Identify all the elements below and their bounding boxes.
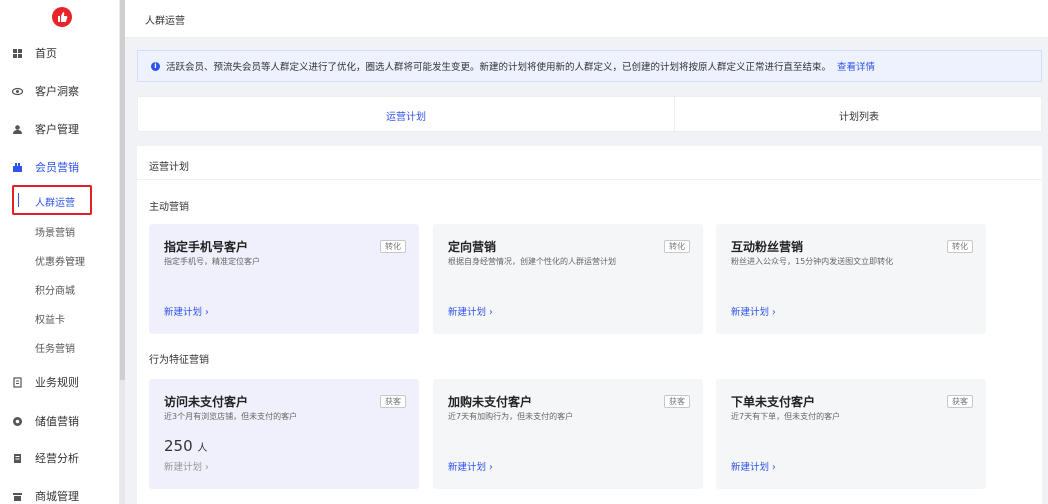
new-plan-link[interactable]: 新建计划 › [164,459,209,473]
panel-title: 运营计划 [149,162,189,173]
card-title: 加购未支付客户 [448,395,533,409]
thumbs-up-icon [58,12,68,22]
topbar: 人群运营 [125,0,1048,38]
sidebar-item-store[interactable]: 商城管理 [0,485,120,504]
sidebar-item-customer-insight[interactable]: 客户洞察 [0,80,120,102]
sidebar-subitem-label: 人群运营 [35,198,75,209]
card-order-unpaid[interactable]: 下单未支付客户 近7天有下单，但未支付的客户 获客 新建计划 › [716,379,986,489]
card-visit-unpaid[interactable]: 访问未支付客户 近3个月有浏览店铺，但未支付的客户 获客 250 人 新建计划 … [149,379,419,489]
new-plan-link[interactable]: 新建计划 › [448,459,493,473]
sidebar-subitem-task[interactable]: 任务营销 [0,337,120,357]
active-indicator [18,193,19,207]
sidebar-subitem-scene[interactable]: 场景营销 [0,221,120,241]
stored-value-icon [11,415,23,427]
sidebar-item-member-marketing[interactable]: 会员营销 [0,156,120,178]
sidebar-subitem-crowd-ops[interactable]: 人群运营 [12,185,92,215]
analysis-icon [11,452,23,464]
sidebar-subitem-coupon[interactable]: 优惠券管理 [0,250,120,270]
card-tag: 转化 [947,240,973,253]
card-desc: 根据自身经营情况，创建个性化的人群运营计划 [448,257,616,266]
tab-plan-list[interactable]: 计划列表 [675,97,1043,133]
app-logo[interactable] [52,7,72,27]
notice-details-link[interactable]: 查看详情 [837,59,875,73]
sidebar-item-label: 储值营销 [35,415,79,428]
sidebar-item-analysis[interactable]: 经营分析 [0,447,120,469]
count-value: 250 [164,437,193,455]
sidebar-subitem-points-mall[interactable]: 积分商城 [0,279,120,299]
notice-banner: i 活跃会员、预流失会员等人群定义进行了优化，圈选人群将可能发生变更。新建的计划… [137,50,1042,82]
card-targeted-marketing[interactable]: 定向营销 根据自身经营情况，创建个性化的人群运营计划 转化 新建计划 › [433,224,703,334]
sidebar-subitem-label: 优惠券管理 [35,256,85,268]
sidebar: 首页 客户洞察 客户管理 会员营销 人群运营 场景营销 优惠券管理 积分商城 权… [0,0,120,504]
card-desc: 近3个月有浏览店铺，但未支付的客户 [164,412,298,421]
sidebar-item-stored-value[interactable]: 储值营销 [0,410,120,432]
card-tag: 转化 [380,240,406,253]
dashboard-icon [11,47,23,59]
divider [137,179,1042,180]
sidebar-subitem-benefit-card[interactable]: 权益卡 [0,308,120,328]
sidebar-item-label: 客户洞察 [35,85,79,98]
rules-icon [11,376,23,388]
sidebar-subitem-label: 任务营销 [35,343,75,355]
sidebar-item-label: 客户管理 [35,123,79,136]
audience-count: 250 人 [164,437,207,455]
card-phone-customers[interactable]: 指定手机号客户 指定手机号，精准定位客户 转化 新建计划 › [149,224,419,334]
sidebar-item-label: 经营分析 [35,452,79,465]
card-title: 访问未支付客户 [164,395,249,409]
count-unit: 人 [197,443,208,454]
card-desc: 指定手机号，精准定位客户 [164,257,260,266]
card-desc: 粉丝进入公众号，15分钟内发送图文立即转化 [731,257,894,266]
sidebar-subitem-label: 场景营销 [35,227,75,239]
card-tag: 获客 [947,395,973,408]
card-title: 互动粉丝营销 [731,240,804,254]
card-title: 指定手机号客户 [164,240,249,254]
tab-bar: 运营计划 计划列表 [137,96,1043,133]
user-icon [11,123,23,135]
sidebar-item-label: 会员营销 [35,161,79,174]
card-fan-marketing[interactable]: 互动粉丝营销 粉丝进入公众号，15分钟内发送图文立即转化 转化 新建计划 › [716,224,986,334]
sidebar-item-home[interactable]: 首页 [0,42,120,64]
card-tag: 获客 [380,395,406,408]
sidebar-subitem-label: 积分商城 [35,285,75,297]
new-plan-link[interactable]: 新建计划 › [448,304,493,318]
sidebar-item-business-rules[interactable]: 业务规则 [0,371,120,393]
sidebar-subitem-label: 权益卡 [35,314,65,326]
store-icon [11,490,23,502]
info-icon: i [151,61,160,71]
notice-text: 活跃会员、预流失会员等人群定义进行了优化，圈选人群将可能发生变更。新建的计划将使… [166,62,832,73]
eye-icon [11,85,23,97]
main-content: i 活跃会员、预流失会员等人群定义进行了优化，圈选人群将可能发生变更。新建的计划… [125,38,1048,504]
sidebar-item-label: 业务规则 [35,376,79,389]
breadcrumb: 人群运营 [145,16,185,27]
app-root: 首页 客户洞察 客户管理 会员营销 人群运营 场景营销 优惠券管理 积分商城 权… [0,0,1048,504]
sidebar-item-label: 首页 [35,47,57,60]
new-plan-link[interactable]: 新建计划 › [731,459,776,473]
sidebar-item-label: 商城管理 [35,490,79,503]
card-desc: 近7天有加购行为，但未支付的客户 [448,412,574,421]
card-cart-unpaid[interactable]: 加购未支付客户 近7天有加购行为，但未支付的客户 获客 新建计划 › [433,379,703,489]
card-tag: 转化 [664,240,690,253]
sidebar-item-customer-manage[interactable]: 客户管理 [0,118,120,140]
members-icon [11,161,23,173]
card-title: 下单未支付客户 [731,395,816,409]
section-title-behavior: 行为特征营销 [149,355,209,366]
new-plan-link[interactable]: 新建计划 › [164,304,209,318]
section-title-active: 主动营销 [149,202,189,213]
tab-operation-plan[interactable]: 运营计划 [138,97,675,133]
new-plan-link[interactable]: 新建计划 › [731,304,776,318]
card-tag: 获客 [664,395,690,408]
card-title: 定向营销 [448,240,497,254]
plan-panel: 运营计划 主动营销 指定手机号客户 指定手机号，精准定位客户 转化 新建计划 ›… [137,146,1042,504]
card-desc: 近7天有下单，但未支付的客户 [731,412,841,421]
